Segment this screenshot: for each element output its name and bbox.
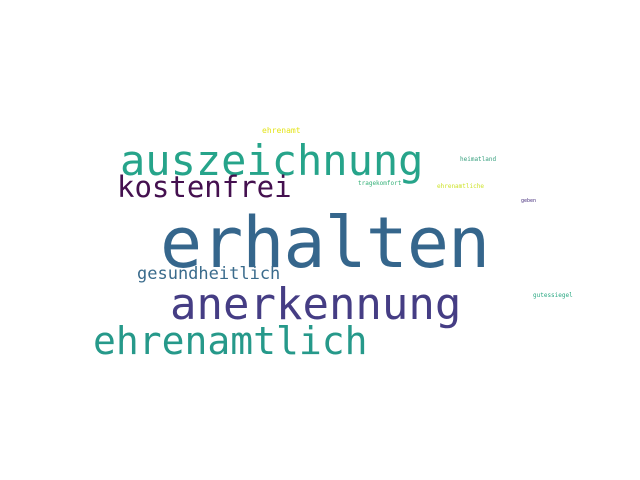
word-gutessiegel: gutessiegel (533, 292, 573, 299)
word-ehrenamt: ehrenamt (262, 126, 301, 135)
word-cloud: erhalten anerkennung auszeichnung ehrena… (0, 0, 640, 480)
word-ehrenamtlich: ehrenamtlich (93, 319, 368, 363)
word-heimatland: heimatland (460, 156, 497, 163)
word-gesundheitlich: gesundheitlich (137, 264, 281, 284)
word-tragekomfort: tragekomfort (358, 180, 402, 187)
word-kostenfrei: kostenfrei (117, 170, 292, 204)
word-ehrenamtliche: ehrenamtliche (437, 183, 484, 190)
word-geben: geben (521, 198, 537, 204)
